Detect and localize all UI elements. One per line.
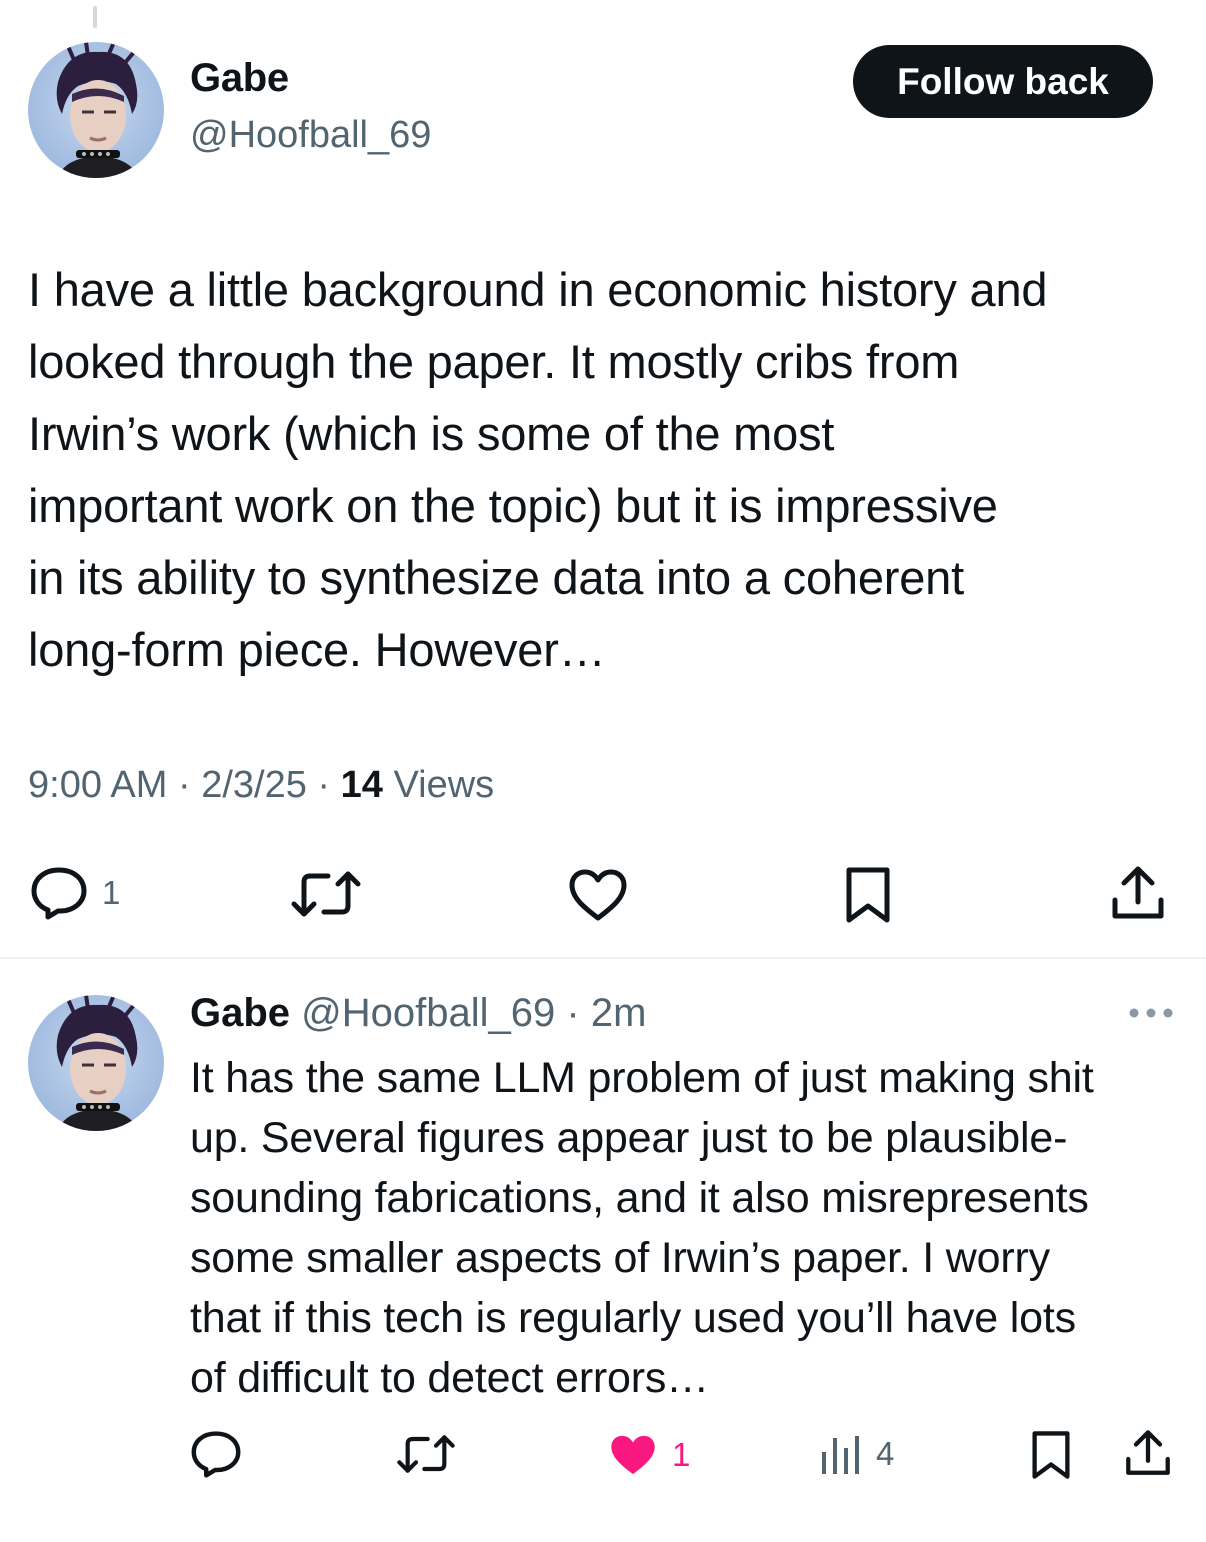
- reply-time-ago[interactable]: · 2m: [566, 991, 646, 1035]
- tweet-text: I have a little background in economic h…: [28, 263, 1048, 676]
- bookmark-icon: [1032, 1431, 1070, 1479]
- analytics-bar-icon: [822, 1436, 859, 1474]
- thread-connector-line: [93, 6, 97, 28]
- reply-reply-button[interactable]: [190, 1430, 242, 1478]
- reply-count: 1: [102, 874, 121, 911]
- views-label: Views: [393, 764, 495, 806]
- tweet-metadata: 9:00 AM · 2/3/25 · 14 Views: [28, 764, 494, 807]
- reply-author-name[interactable]: Gabe: [190, 991, 290, 1035]
- heart-icon: [569, 869, 627, 921]
- reply-views-button[interactable]: 4: [820, 1432, 894, 1476]
- reply-header: Gabe @Hoofball_69 · 2m: [190, 991, 646, 1036]
- avatar[interactable]: [28, 995, 164, 1131]
- repost-icon: [291, 871, 361, 917]
- reply-icon: [31, 867, 87, 920]
- share-icon: [1112, 866, 1164, 919]
- reply-text: It has the same LLM problem of just maki…: [190, 1054, 1094, 1402]
- share-icon: [1126, 1430, 1170, 1475]
- repost-button[interactable]: [290, 868, 362, 920]
- tweet-divider: [0, 957, 1206, 959]
- reply-repost-button[interactable]: [396, 1432, 456, 1476]
- reply-like-button[interactable]: 1: [608, 1432, 690, 1478]
- reply-author-handle[interactable]: @Hoofball_69: [301, 991, 555, 1035]
- reply-icon: [191, 1431, 241, 1478]
- avatar[interactable]: [28, 42, 164, 178]
- like-button[interactable]: [568, 868, 628, 922]
- repost-icon: [397, 1435, 455, 1473]
- share-button[interactable]: [1110, 864, 1166, 922]
- heart-filled-icon: [611, 1435, 655, 1475]
- tweet-time[interactable]: 9:00 AM: [28, 764, 167, 806]
- bookmark-button[interactable]: [844, 866, 892, 924]
- meta-separator: ·: [317, 764, 331, 806]
- reply-views-count: 4: [876, 1435, 895, 1472]
- reply-share-button[interactable]: [1124, 1428, 1172, 1478]
- author-name[interactable]: Gabe: [190, 56, 289, 101]
- reply-bookmark-button[interactable]: [1030, 1430, 1072, 1480]
- bookmark-icon: [846, 867, 890, 923]
- tweet-date[interactable]: 2/3/25: [201, 764, 307, 806]
- meta-separator: ·: [177, 764, 191, 806]
- reply-like-count: 1: [672, 1436, 691, 1473]
- views-count: 14: [340, 764, 383, 806]
- follow-back-button[interactable]: Follow back: [853, 45, 1153, 118]
- more-options-icon[interactable]: [1128, 1003, 1174, 1023]
- author-handle[interactable]: @Hoofball_69: [190, 114, 431, 157]
- reply-button[interactable]: 1: [30, 866, 120, 920]
